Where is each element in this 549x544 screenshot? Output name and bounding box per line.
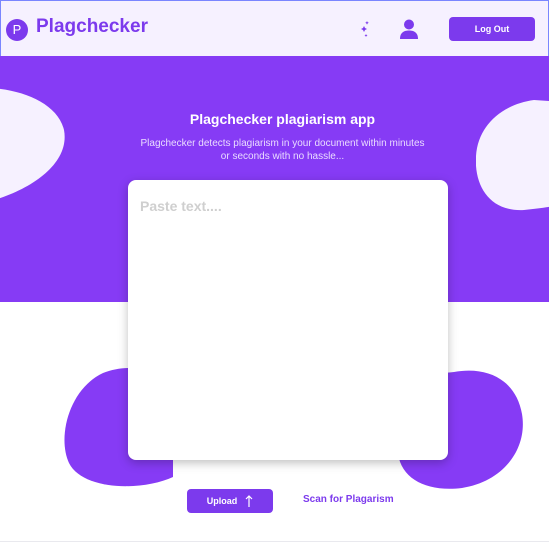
brand-name[interactable]: Plagchecker xyxy=(36,16,148,38)
text-input-card xyxy=(128,180,448,460)
moon-stars-icon[interactable] xyxy=(345,17,371,43)
top-navbar: P Plagchecker Log Out xyxy=(0,0,549,56)
upload-label: Upload xyxy=(206,496,238,506)
divider xyxy=(0,541,549,542)
logo-badge[interactable]: P xyxy=(6,19,28,41)
upload-button[interactable]: Upload xyxy=(187,489,273,513)
decorative-blob xyxy=(0,88,65,198)
user-icon[interactable] xyxy=(398,18,420,40)
scan-for-plagiarism-link[interactable]: Scan for Plagarism xyxy=(303,494,394,505)
logout-button[interactable]: Log Out xyxy=(449,17,535,41)
paste-text-input[interactable] xyxy=(138,196,442,454)
hero-title: Plagchecker plagiarism app xyxy=(189,111,376,127)
hero-subtitle: Plagchecker detects plagiarism in your d… xyxy=(140,138,425,162)
arrow-up-icon xyxy=(245,495,253,507)
